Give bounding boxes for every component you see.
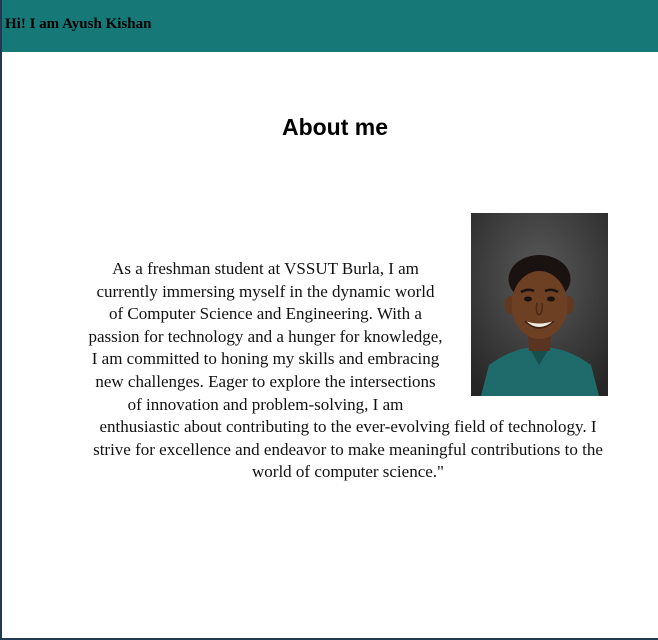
top-navbar: Hi! I am Ayush Kishan: [2, 0, 658, 52]
about-section: As a freshman student at VSSUT Burla, I …: [88, 213, 608, 484]
about-heading: About me: [281, 114, 389, 140]
site-title: Hi! I am Ayush Kishan: [5, 16, 152, 32]
profile-photo-illustration: [471, 213, 608, 396]
profile-photo: [471, 213, 608, 396]
